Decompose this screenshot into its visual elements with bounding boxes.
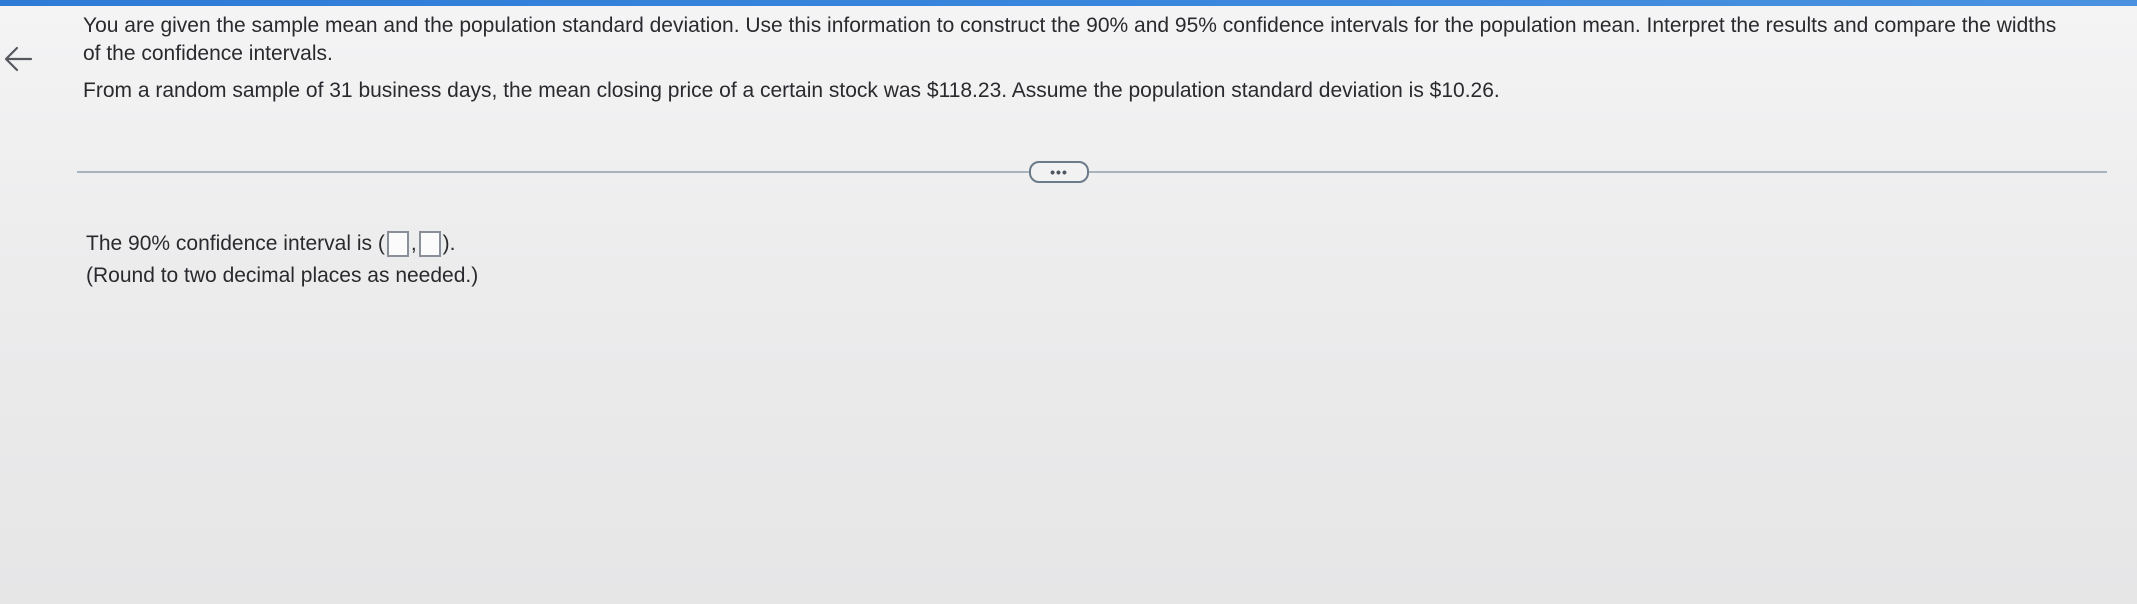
back-button[interactable] — [0, 42, 36, 76]
confidence-interval-line: The 90% confidence interval is ( , ). — [86, 229, 478, 259]
interval-separator: , — [410, 232, 417, 255]
top-accent-bar — [0, 0, 2137, 6]
interval-suffix: ). — [442, 232, 456, 255]
divider-line — [77, 171, 2107, 173]
more-dots-icon: ••• — [1050, 164, 1068, 180]
expand-more-button[interactable]: ••• — [1029, 161, 1089, 183]
section-divider: ••• — [77, 155, 2107, 185]
upper-bound-input[interactable] — [418, 231, 441, 257]
interval-prefix: The 90% confidence interval is ( — [86, 232, 385, 255]
question-instruction: You are given the sample mean and the po… — [83, 14, 2057, 65]
rounding-note: (Round to two decimal places as needed.) — [86, 264, 479, 287]
left-arrow-icon — [4, 46, 33, 72]
question-given-data: From a random sample of 31 business days… — [83, 79, 1500, 102]
lower-bound-input[interactable] — [386, 231, 409, 257]
answer-area: The 90% confidence interval is ( , ). (R… — [86, 229, 478, 291]
question-text: You are given the sample mean and the po… — [83, 12, 2073, 105]
